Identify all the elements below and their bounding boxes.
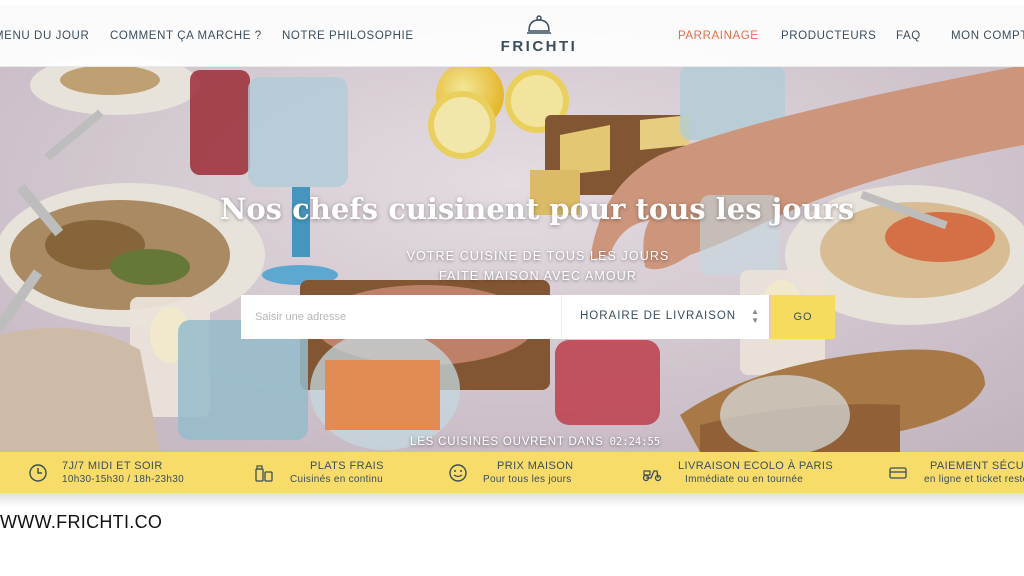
countdown-label: LES CUISINES OUVRENT DANS (410, 436, 604, 448)
delivery-search-bar: HORAIRE DE LIVRAISON ▲▼ GO (241, 295, 835, 339)
brand-logo[interactable]: FRICHTI (492, 15, 586, 55)
nav-link-parrainage[interactable]: PARRAINAGE (678, 30, 759, 42)
feature-title: PLATS FRAIS (310, 460, 384, 472)
feature-subtitle: Immédiate ou en tournée (685, 474, 804, 485)
hero-title: Nos chefs cuisinent pour tous les jours (219, 192, 855, 226)
nav-link-comment-ca-marche[interactable]: COMMENT ÇA MARCHE ? (110, 30, 262, 42)
frame-shadow (0, 493, 1024, 507)
browser-viewport: Nos chefs cuisinent pour tous les jours … (0, 0, 1024, 510)
clock-icon (29, 464, 47, 482)
card-icon (889, 467, 907, 479)
hero-subtitle-line2: FAITE MAISON AVEC AMOUR (438, 269, 638, 283)
hero-section: Nos chefs cuisinent pour tous les jours … (0, 5, 1024, 452)
nav-link-menu-du-jour[interactable]: MENU DU JOUR (0, 30, 89, 42)
feature-subtitle: 10h30-15h30 / 18h-23h30 (62, 474, 185, 485)
delivery-slot-select[interactable]: HORAIRE DE LIVRAISON ▲ ▼ (561, 295, 771, 339)
feature-title: PAIEMENT SÉCURISÉ (930, 460, 1024, 472)
feature-subtitle: Cuisinés en continu (290, 474, 383, 485)
top-navigation: MENU DU JOUR COMMENT ÇA MARCHE ? NOTRE P… (0, 5, 1024, 67)
address-input[interactable] (241, 295, 561, 339)
website-url-caption: WWW.FRICHTI.CO (0, 512, 163, 532)
scooter-icon (642, 470, 662, 482)
brand-name: FRICHTI (500, 38, 578, 55)
features-strip: 7J/7 MIDI ET SOIR 10h30-15h30 / 18h-23h3… (0, 452, 1024, 493)
feature-title: 7J/7 MIDI ET SOIR (62, 460, 163, 472)
select-arrows-icon: ▲ ▼ (751, 307, 759, 325)
nav-link-faq[interactable]: FAQ (896, 30, 921, 42)
go-button[interactable]: GO (771, 295, 835, 339)
cloche-icon (527, 15, 551, 34)
feature-title: LIVRAISON ECOLO À PARIS (678, 460, 834, 472)
hero-subtitle-line1: VOTRE CUISINE DE TOUS LES JOURS (406, 249, 670, 263)
nav-link-notre-philosophie[interactable]: NOTRE PHILOSOPHIE (282, 30, 414, 42)
hero-food-photo (0, 5, 1024, 452)
feature-subtitle: en ligne et ticket resto (924, 474, 1024, 485)
nav-link-mon-compte[interactable]: MON COMPTE (951, 30, 1024, 42)
smiley-icon (449, 464, 467, 482)
feature-subtitle: Pour tous les jours (483, 474, 572, 485)
kitchen-countdown: LES CUISINES OUVRENT DANS 02:24:55 (410, 436, 660, 448)
feature-title: PRIX MAISON (497, 460, 574, 472)
nav-link-producteurs[interactable]: PRODUCTEURS (781, 30, 876, 42)
jars-icon (255, 465, 273, 482)
countdown-value: 02:24:55 (609, 436, 661, 448)
delivery-slot-label: HORAIRE DE LIVRAISON (580, 310, 737, 322)
